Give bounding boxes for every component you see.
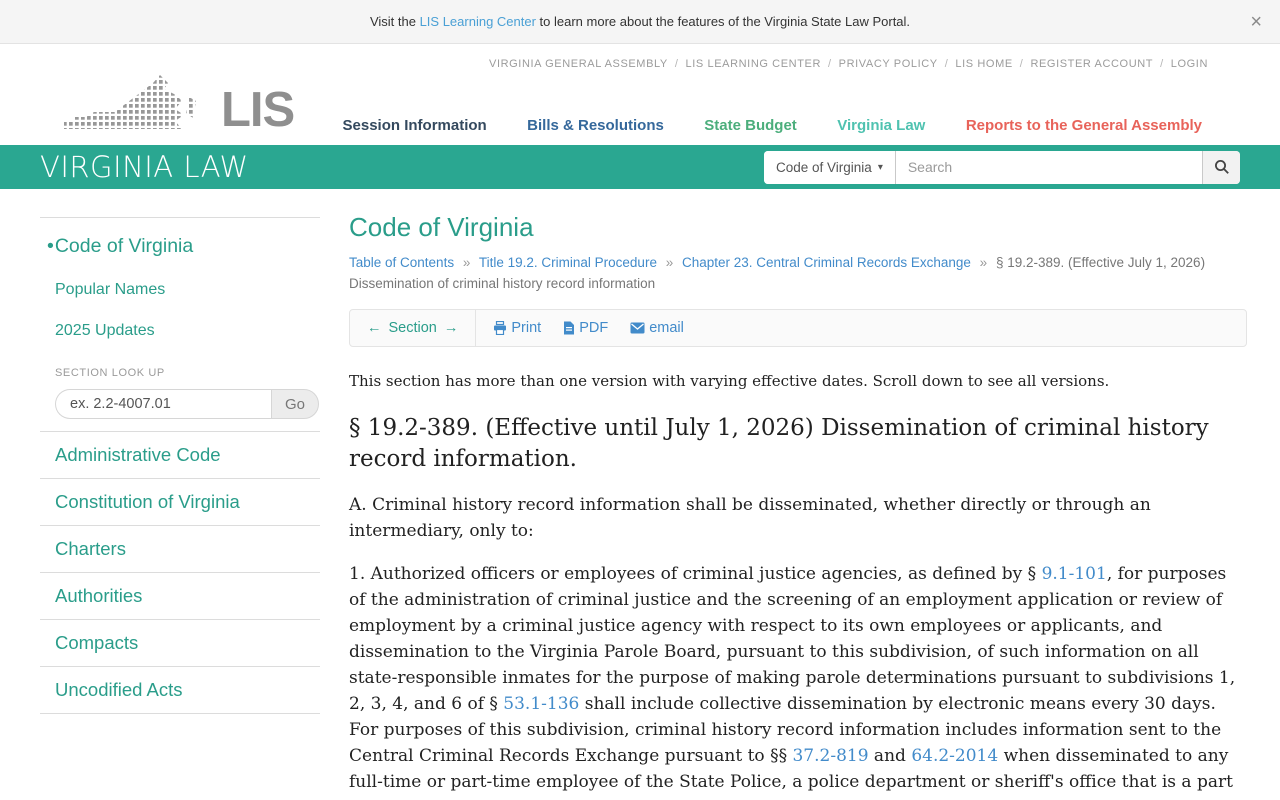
utility-link-learning-center[interactable]: LIS LEARNING CENTER (686, 58, 821, 70)
utility-link-lis-home[interactable]: LIS HOME (955, 58, 1012, 70)
sidebar-code-section: •Code of Virginia Popular Names 2025 Upd… (40, 217, 320, 419)
sidebar-item-authorities[interactable]: Authorities (40, 572, 320, 619)
section-lookup: SECTION LOOK UP Go (40, 367, 320, 419)
toolbar-actions: Print PDF email (476, 310, 700, 346)
section-lookup-input[interactable] (55, 389, 271, 419)
section-lookup-go-button[interactable]: Go (271, 389, 319, 419)
main-nav: Session Information Bills & Resolutions … (307, 117, 1202, 135)
lis-logo[interactable]: LIS (63, 74, 295, 137)
close-icon: × (1250, 10, 1262, 33)
virginia-law-bar: VIRGINIA LAW Code of Virginia ▾ (0, 145, 1280, 189)
virginia-map-icon (64, 75, 196, 129)
previous-section-button[interactable]: ← (367, 320, 382, 336)
utility-separator: / (1160, 58, 1164, 70)
section-heading: § 19.2-389. (Effective until July 1, 202… (349, 415, 1209, 473)
sidebar-item-charters[interactable]: Charters (40, 525, 320, 572)
main-content: Code of Virginia Table of Contents » Tit… (349, 189, 1247, 800)
search-scope-dropdown[interactable]: Code of Virginia ▾ (764, 150, 896, 184)
statute-paragraph-a: A. Criminal history record information s… (349, 495, 1151, 542)
sidebar-item-2025-updates[interactable]: 2025 Updates (40, 322, 320, 340)
sidebar-item-popular-names[interactable]: Popular Names (40, 281, 320, 299)
section-lookup-group: Go (55, 389, 319, 419)
section-pager: ← Section → (350, 310, 477, 346)
version-notice: This section has more than one version w… (349, 372, 1110, 390)
banner-text-before: Visit the (369, 14, 420, 29)
page-body: •Code of Virginia Popular Names 2025 Upd… (0, 189, 1280, 800)
utility-separator: / (828, 58, 832, 70)
main-nav-virginia-law[interactable]: Virginia Law (837, 117, 925, 134)
statute-text: , for purposes of the administration of … (349, 564, 1236, 715)
search-input[interactable] (895, 150, 1202, 184)
breadcrumb-separator: » (979, 255, 988, 270)
breadcrumb-separator: » (665, 255, 674, 270)
utility-link-general-assembly[interactable]: VIRGINIA GENERAL ASSEMBLY (489, 58, 668, 70)
logo-text: LIS (221, 82, 295, 137)
main-nav-state-budget[interactable]: State Budget (704, 117, 797, 134)
sidebar-item-label: Code of Virginia (54, 235, 194, 257)
pdf-icon (564, 321, 575, 335)
breadcrumb-title[interactable]: Title 19.2. Criminal Procedure (479, 255, 657, 270)
sidebar-item-constitution-of-virginia[interactable]: Constitution of Virginia (40, 478, 320, 525)
utility-link-privacy-policy[interactable]: PRIVACY POLICY (839, 58, 938, 70)
utility-link-register-account[interactable]: REGISTER ACCOUNT (1030, 58, 1153, 70)
utility-separator: / (1019, 58, 1024, 70)
breadcrumb: Table of Contents » Title 19.2. Criminal… (349, 252, 1247, 294)
code-link-53-1-136[interactable]: 53.1-136 (503, 694, 579, 714)
next-section-button[interactable]: → (444, 320, 459, 336)
utility-separator: / (944, 58, 949, 70)
main-nav-session-information[interactable]: Session Information (343, 117, 487, 134)
statute-paragraph-1: 1. Authorized officers or employees of c… (349, 561, 1247, 800)
section-toolbar: ← Section → Print PDF email (349, 309, 1247, 347)
code-link-9-1-101[interactable]: 9.1-101 (1042, 564, 1107, 584)
email-button[interactable]: email (630, 320, 684, 336)
breadcrumb-separator: » (462, 255, 471, 270)
banner-close-button[interactable]: × (1244, 0, 1268, 43)
utility-separator: / (674, 58, 679, 70)
sidebar: •Code of Virginia Popular Names 2025 Upd… (40, 217, 320, 800)
section-pager-label: Section (388, 320, 437, 336)
search-scope-label: Code of Virginia (776, 159, 872, 175)
learning-center-link[interactable]: LIS Learning Center (420, 14, 536, 29)
main-nav-reports-general-assembly[interactable]: Reports to the General Assembly (966, 117, 1202, 134)
email-label: email (649, 320, 684, 336)
code-link-64-2-2014[interactable]: 64.2-2014 (911, 746, 998, 766)
sidebar-list: Administrative Code Constitution of Virg… (40, 431, 320, 714)
email-icon (630, 322, 645, 334)
section-lookup-label: SECTION LOOK UP (55, 367, 165, 379)
sidebar-item-administrative-code[interactable]: Administrative Code (40, 431, 320, 478)
search-group: Code of Virginia ▾ (764, 150, 1240, 184)
sidebar-item-uncodified-acts[interactable]: Uncodified Acts (40, 666, 320, 713)
search-button[interactable] (1202, 150, 1240, 184)
announcement-banner: Visit the LIS Learning Center to learn m… (0, 0, 1280, 44)
pdf-label: PDF (579, 320, 609, 336)
page-title: Code of Virginia (349, 212, 534, 242)
code-link-37-2-819[interactable]: 37.2-819 (792, 746, 868, 766)
utility-link-login[interactable]: LOGIN (1171, 58, 1208, 70)
search-icon (1214, 160, 1229, 174)
banner-text-after: to learn more about the features of the … (535, 14, 911, 29)
main-nav-bills-resolutions[interactable]: Bills & Resolutions (527, 117, 664, 134)
utility-nav: VIRGINIA GENERAL ASSEMBLY / LIS LEARNING C… (489, 58, 1208, 70)
sidebar-item-compacts[interactable]: Compacts (40, 619, 320, 666)
breadcrumb-table-of-contents[interactable]: Table of Contents (349, 255, 454, 270)
active-bullet-icon: • (47, 235, 54, 257)
breadcrumb-chapter[interactable]: Chapter 23. Central Criminal Records Exc… (682, 255, 971, 270)
chevron-down-icon: ▾ (877, 161, 883, 173)
print-icon (494, 321, 507, 335)
statute-text: 1. Authorized officers or employees of c… (349, 564, 1042, 585)
site-header: VIRGINIA GENERAL ASSEMBLY / LIS LEARNING C… (0, 44, 1280, 145)
sidebar-item-code-of-virginia[interactable]: •Code of Virginia (40, 235, 320, 258)
statute-text: and (868, 746, 912, 767)
pdf-button[interactable]: PDF (563, 320, 608, 336)
portal-title: VIRGINIA LAW (40, 150, 249, 184)
print-label: Print (511, 320, 542, 336)
print-button[interactable]: Print (493, 320, 541, 336)
